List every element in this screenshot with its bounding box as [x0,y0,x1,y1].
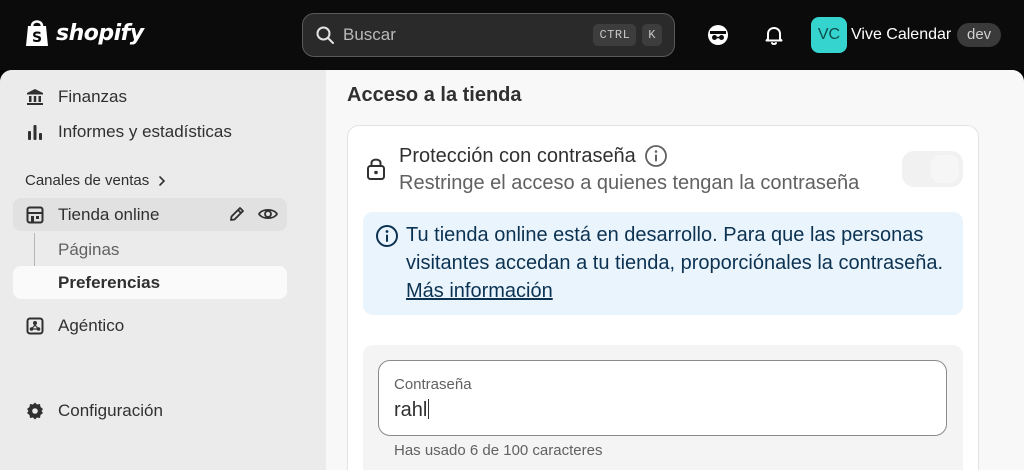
info-circle-icon [376,225,398,247]
protection-subtitle: Restringe el acceso a quienes tengan la … [399,172,860,194]
toggle-knob [931,155,959,183]
page-title: Acceso a la tienda [347,84,522,106]
section-label-text: Canales de ventas [25,172,150,189]
sidebar-item-preferencias[interactable]: Preferencias [13,266,287,299]
sidebar-item-label: Tienda online [58,204,160,224]
sidebar-item-finanzas[interactable]: Finanzas [13,80,287,113]
password-field[interactable]: Contraseña rahl [378,360,947,436]
password-input[interactable]: rahl [394,399,430,422]
incognito-icon[interactable] [706,23,730,47]
sidebar-item-agentico[interactable]: Agéntico [13,309,287,342]
chevron-right-icon [159,175,166,186]
agentic-icon [26,317,44,334]
banner-message: Tu tienda online está en desarrollo. Par… [406,224,944,274]
sidebar-item-label: Finanzas [58,86,127,106]
shortcut-ctrl: CTRL [593,24,637,46]
sidebar-item-label: Preferencias [58,272,161,292]
bell-icon[interactable] [762,23,786,47]
content-area: Acceso a la tienda Protección con contra… [326,70,998,470]
sidebar-item-paginas[interactable]: Páginas [13,233,287,266]
sidebar-item-label: Configuración [58,400,163,420]
text-caret [428,399,430,419]
eye-icon[interactable] [257,204,279,224]
protection-title: Protección con contraseña [399,144,668,168]
sidebar-item-configuracion[interactable]: Configuración [13,394,287,427]
shopping-bag-icon: S [26,20,48,46]
bar-chart-icon [28,124,42,140]
info-icon[interactable] [644,144,668,168]
svg-text:S: S [32,30,42,46]
gear-icon [27,402,43,419]
lock-icon [367,158,385,180]
password-section: Contraseña rahl Has usado 6 de 100 carac… [363,345,963,470]
bank-icon [27,88,43,105]
store-name[interactable]: Vive Calendar [851,26,951,44]
sales-channels-heading[interactable]: Canales de ventas [25,172,167,189]
env-badge: dev [957,23,1002,47]
pencil-icon[interactable] [227,204,247,224]
main-frame: Finanzas Informes y estadísticas Canales… [0,70,1024,470]
password-help-text: Has usado 6 de 100 caracteres [394,442,603,459]
sidebar-item-tienda-online[interactable]: Tienda online [13,198,287,231]
shopify-logo[interactable]: S shopify [24,18,144,48]
brand-wordmark: shopify [56,20,144,46]
password-protection-card: Protección con contraseña Restringe el a… [347,125,979,470]
password-toggle[interactable] [902,151,963,187]
top-bar: S shopify Buscar CTRL K VC Vive Calendar… [0,0,1024,70]
search-placeholder: Buscar [343,25,396,44]
protection-title-text: Protección con contraseña [399,144,636,167]
search-icon [316,26,334,44]
scrollbar-track[interactable] [998,70,1024,470]
password-label: Contraseña [394,376,472,393]
password-value: rahl [394,399,428,421]
sidebar-item-label: Agéntico [58,315,125,335]
store-icon [26,206,44,223]
more-info-link[interactable]: Más información [406,280,553,302]
sidebar-item-label: Informes y estadísticas [58,121,232,141]
shortcut-k: K [642,24,662,46]
banner-text: Tu tienda online está en desarrollo. Par… [406,221,961,305]
info-banner: Tu tienda online está en desarrollo. Par… [363,212,963,315]
sidebar: Finanzas Informes y estadísticas Canales… [0,70,302,470]
sidebar-item-informes[interactable]: Informes y estadísticas [13,115,287,148]
avatar[interactable]: VC [811,17,847,53]
search-bar[interactable]: Buscar CTRL K [302,13,675,57]
sidebar-item-label: Páginas [58,239,120,259]
channel-actions [227,204,279,224]
